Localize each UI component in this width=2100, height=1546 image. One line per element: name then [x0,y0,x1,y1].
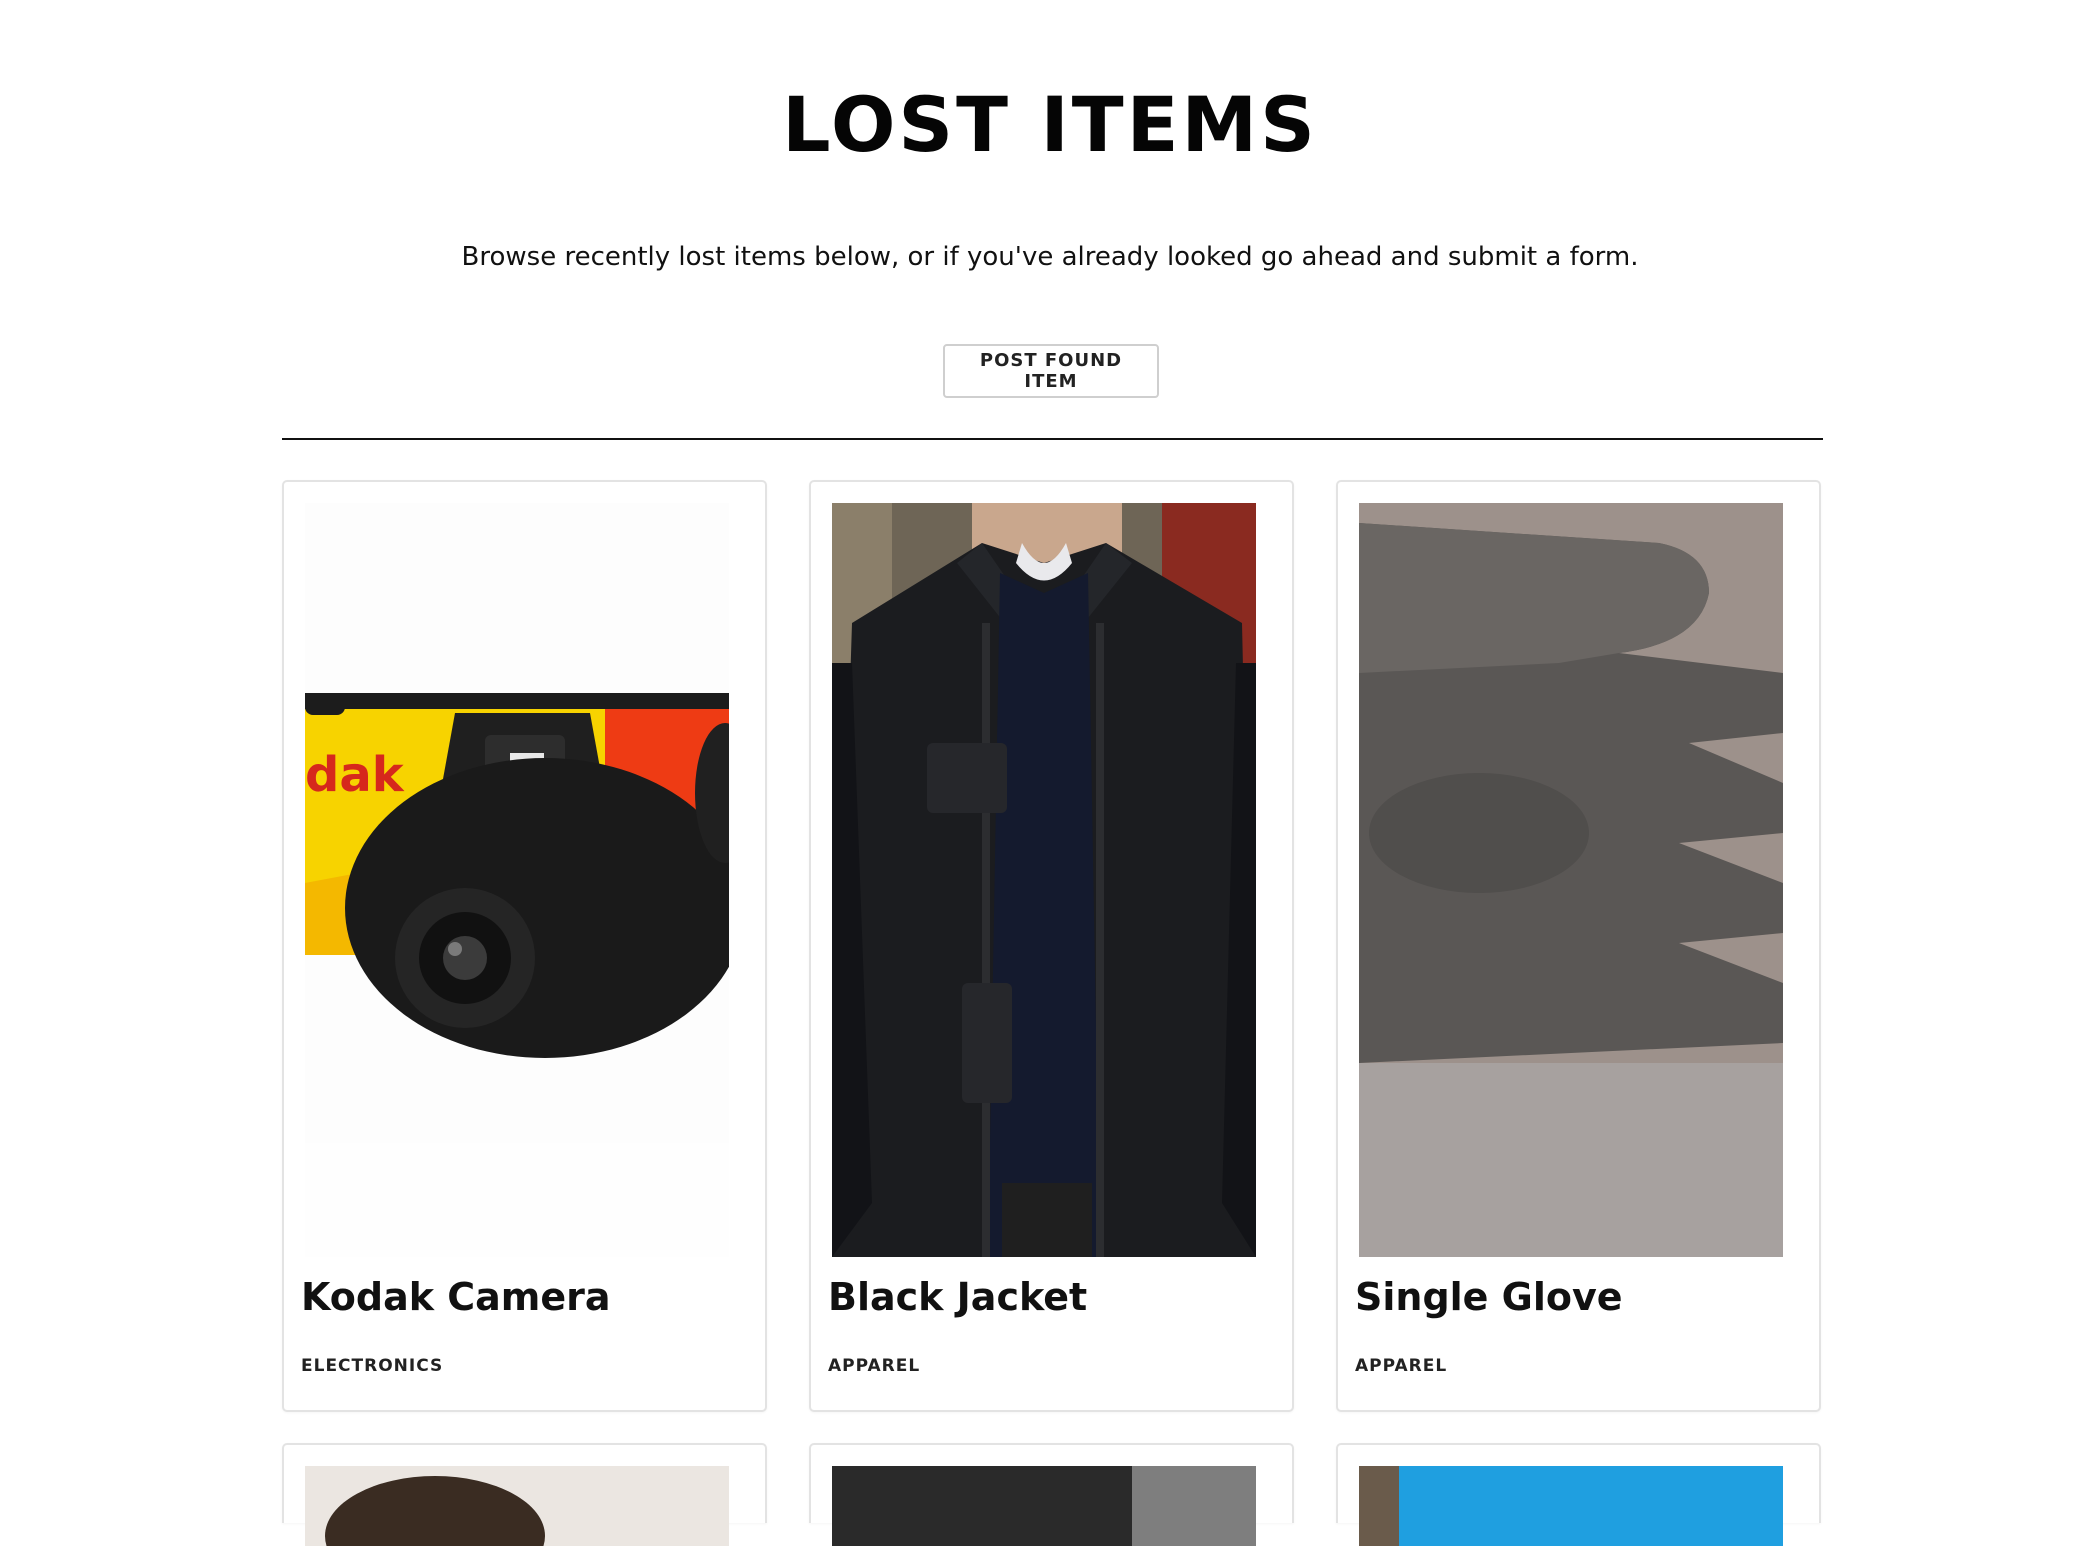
post-found-item-button[interactable]: POST FOUND ITEM [943,344,1159,398]
item-image[interactable] [305,1466,729,1546]
item-category: ELECTRONICS [301,1356,444,1376]
item-category: APPAREL [828,1356,921,1376]
blue-photo [1359,1466,1783,1546]
svg-text:dak: dak [305,747,405,803]
item-image[interactable] [1359,1466,1783,1546]
item-card[interactable] [282,1443,767,1546]
lost-items-page: LOST ITEMS Browse recently lost items be… [0,0,2100,1546]
item-image[interactable]: dak [305,503,729,1257]
item-image[interactable] [832,503,1256,1257]
item-image[interactable] [1359,503,1783,1257]
person-photo [305,1466,729,1546]
dark-photo [832,1466,1256,1546]
page-title: LOST ITEMS [782,80,1318,169]
item-name[interactable]: Black Jacket [828,1275,1087,1319]
item-card[interactable] [809,1443,1294,1546]
item-name[interactable]: Single Glove [1355,1275,1623,1319]
item-card[interactable]: dak Kodak Camera ELECTRONICS [282,480,767,1412]
header-divider [282,438,1823,440]
item-image[interactable] [832,1466,1256,1546]
item-category: APPAREL [1355,1356,1448,1376]
item-card[interactable]: Black Jacket APPAREL [809,480,1294,1412]
item-card[interactable]: Single Glove APPAREL [1336,480,1821,1412]
kodak-camera-photo: dak [305,503,729,1257]
item-card[interactable] [1336,1443,1821,1546]
single-glove-photo [1359,503,1783,1257]
black-jacket-photo [832,503,1256,1257]
item-name[interactable]: Kodak Camera [301,1275,611,1319]
page-subtitle: Browse recently lost items below, or if … [461,242,1639,272]
